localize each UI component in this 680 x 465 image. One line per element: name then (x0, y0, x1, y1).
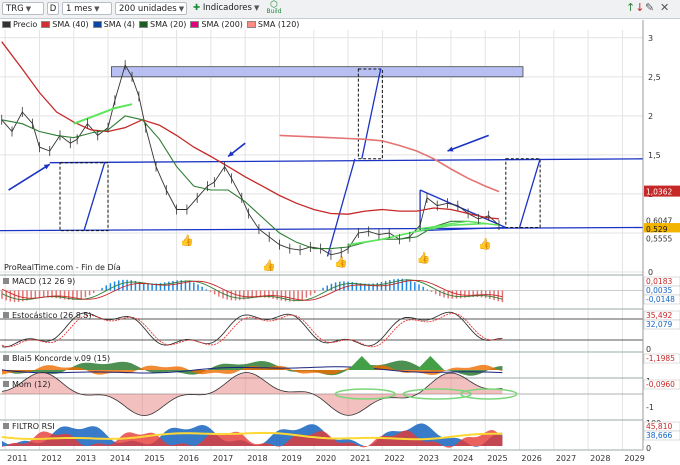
projection-line (83, 162, 106, 231)
x-tick-label: 2013 (76, 454, 96, 463)
y-tick-label: 3 (648, 34, 653, 43)
projection-line (518, 158, 541, 228)
x-tick-label: 2029 (624, 454, 644, 463)
x-tick-label: 2014 (110, 454, 130, 463)
annotation-arrow (8, 163, 51, 191)
annotation-arrow (447, 134, 489, 152)
indicator-value: 0,0183 (646, 277, 672, 286)
panel-label: Blai5 Koncorde v.09 (15) (12, 354, 110, 363)
koncorde-area (348, 356, 376, 370)
y-tick-label: 0 (646, 345, 651, 354)
measured-box (59, 162, 109, 232)
x-tick-label: 2022 (384, 454, 404, 463)
indicator-value: 0,0035 (646, 286, 672, 295)
source-text: ProRealTime.com - Fin de Día (4, 263, 121, 272)
measured-box (357, 68, 383, 160)
thumbs-up-icon: 👍 (417, 251, 431, 264)
x-tick-label: 2020 (316, 454, 336, 463)
x-tick-label: 2017 (213, 454, 233, 463)
indicator-value: -1,1985 (646, 354, 675, 363)
drawn-annotations: 👍👍 👍 👍👍 (0, 66, 644, 272)
panel-label: Estocástico (26 8 5) (12, 311, 92, 320)
grid (0, 30, 643, 450)
x-tick-label: 2019 (281, 454, 301, 463)
panel-menu-icon (3, 381, 9, 387)
y-tick-label: 2 (648, 112, 653, 121)
panel-menu-icon (3, 355, 9, 361)
indicator-value: -0,0148 (646, 295, 675, 304)
panel-menu-icon (3, 278, 9, 284)
y-tick-label: 0 (646, 444, 651, 453)
x-tick-label: 2011 (7, 454, 27, 463)
x-tick-label: 2018 (247, 454, 267, 463)
projection-line (361, 68, 382, 159)
panel-menu-icon (3, 312, 9, 318)
x-tick-label: 2027 (556, 454, 576, 463)
value-label: 0,5555 (646, 234, 672, 243)
x-tick-label: 2012 (41, 454, 61, 463)
y-tick-label: 2,5 (648, 73, 661, 82)
indicator-value: 35,492 (646, 311, 672, 320)
indicator-value: 45,810 (646, 422, 672, 431)
x-tick-label: 2028 (590, 454, 610, 463)
panel-menu-icon (3, 423, 9, 429)
series-line (73, 103, 133, 125)
x-tick-label: 2021 (350, 454, 370, 463)
x-tick-label: 2015 (144, 454, 164, 463)
breakout-line (326, 158, 356, 257)
chart-area: 👍👍 👍 👍👍 MACD (12 26 9)Estocástico (26 8 5)… (0, 20, 680, 463)
indicator-value: 32,079 (646, 320, 672, 329)
y-tick-label: 0 (648, 268, 653, 277)
thumbs-up-icon: 👍 (180, 234, 194, 247)
indicator-panels: MACD (12 26 9) Estocástico (26 8 5) Blai5 … (0, 274, 643, 451)
panel-label: Mom (12) (12, 380, 51, 389)
indicator-value: -0,0960 (646, 380, 675, 389)
thumbs-up-icon: 👍 (262, 259, 276, 272)
y-tick-label: -1 (646, 403, 654, 412)
resistance-zone (111, 66, 524, 78)
y-tick-label: 1,5 (648, 151, 661, 160)
panel-label: FILTRO RSI (12, 422, 55, 431)
x-tick-label: 2024 (453, 454, 473, 463)
x-tick-label: 2023 (419, 454, 439, 463)
panel-label: MACD (12 26 9) (12, 277, 75, 286)
last-price-label: 1,0362 (646, 188, 672, 197)
x-tick-label: 2026 (522, 454, 542, 463)
x-tick-label: 2025 (487, 454, 507, 463)
koncorde-area (416, 356, 445, 370)
thumbs-up-icon: 👍 (478, 237, 492, 250)
indicator-value: 38,666 (646, 431, 672, 440)
x-tick-label: 2016 (179, 454, 199, 463)
